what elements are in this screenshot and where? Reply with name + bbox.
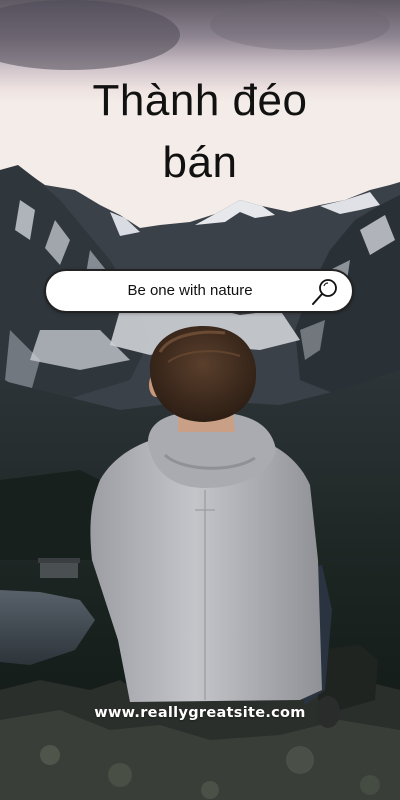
title-line-2: bán bbox=[162, 138, 238, 187]
page-title: Thành đéo bán bbox=[0, 70, 400, 194]
search-bar[interactable]: Be one with nature bbox=[44, 269, 354, 313]
search-icon[interactable] bbox=[310, 277, 340, 307]
search-input[interactable]: Be one with nature bbox=[46, 271, 294, 311]
title-line-1: Thành đéo bbox=[92, 76, 308, 125]
website-url[interactable]: www.reallygreatsite.com bbox=[0, 705, 400, 721]
